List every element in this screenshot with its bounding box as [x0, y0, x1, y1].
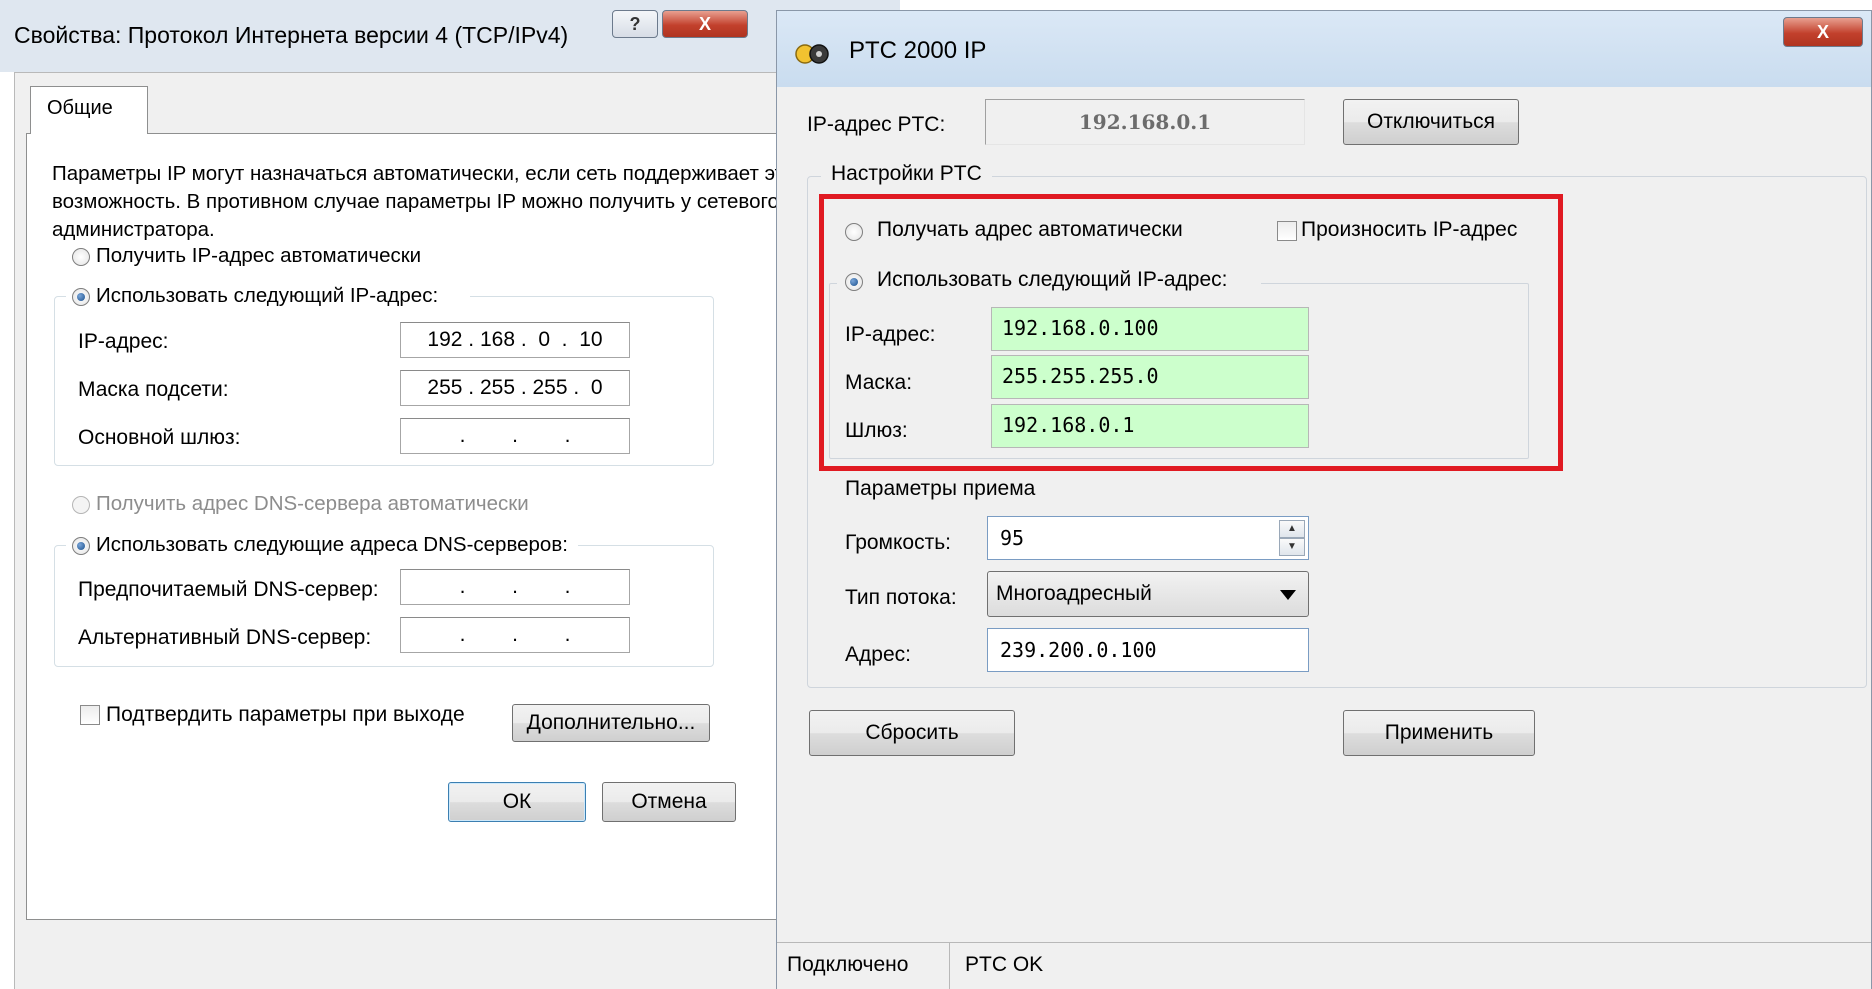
advanced-button[interactable]: Дополнительно...: [512, 704, 710, 742]
radio-manual-dns-label[interactable]: Использовать следующие адреса DNS-сервер…: [96, 533, 568, 557]
radio-auto-dns: [72, 496, 90, 514]
ptc-ip-label: IP-адрес PTC:: [807, 113, 946, 136]
status-connection: Подключено: [787, 953, 909, 976]
ok-button[interactable]: ОК: [448, 782, 586, 822]
settings-group-title: Настройки PTC: [821, 162, 992, 186]
radio-auto-ip[interactable]: [72, 248, 90, 266]
help-button[interactable]: ?: [612, 10, 658, 38]
close-button[interactable]: X: [1783, 17, 1863, 47]
ipv4-properties-dialog: Свойства: Протокол Интернета версии 4 (T…: [0, 0, 900, 989]
status-ptc: PTC OK: [965, 953, 1044, 976]
receive-params-title: Параметры приема: [845, 477, 1036, 500]
dialog-title: Свойства: Протокол Интернета версии 4 (T…: [14, 22, 569, 48]
ptc-2000-ip-window: PTC 2000 IP X IP-адрес PTC: 192.168.0.1 …: [776, 10, 1872, 989]
status-bar: Подключено PTC OK: [777, 942, 1871, 989]
dns-alternate-label: Альтернативный DNS-сервер:: [78, 626, 372, 649]
subnet-mask-label: Маска подсети:: [78, 378, 229, 401]
volume-spinbox[interactable]: 95: [987, 516, 1309, 560]
validate-checkbox[interactable]: [80, 705, 100, 725]
gateway-field[interactable]: . . .: [400, 418, 630, 454]
disconnect-button[interactable]: Отключиться: [1343, 99, 1519, 145]
radio-manual-ip-label[interactable]: Использовать следующий IP-адрес:: [96, 284, 438, 308]
spin-up-arrow-icon[interactable]: ▲: [1279, 520, 1305, 538]
address-label: Адрес:: [845, 643, 911, 666]
app-icon: [795, 44, 829, 64]
radio-manual-dns[interactable]: [72, 537, 90, 555]
apply-button[interactable]: Применить: [1343, 710, 1535, 756]
description-text: Параметры IP могут назначаться автоматич…: [52, 162, 795, 241]
validate-checkbox-label[interactable]: Подтвердить параметры при выходе: [106, 703, 465, 727]
close-button[interactable]: X: [662, 10, 748, 38]
stream-type-value: Многоадресный: [996, 582, 1152, 605]
radio-auto-dns-label: Получить адрес DNS-сервера автоматически: [96, 492, 529, 515]
ip-address-field[interactable]: 192 . 168 . 0 . 10: [400, 322, 630, 358]
volume-value: 95: [1000, 526, 1025, 550]
tab-general[interactable]: Общие: [30, 86, 148, 134]
gateway-label: Основной шлюз:: [78, 426, 241, 449]
dns-alternate-field[interactable]: . . .: [400, 617, 630, 653]
status-divider: [949, 943, 950, 989]
ip-address-label: IP-адрес:: [78, 330, 169, 353]
volume-label: Громкость:: [845, 531, 951, 554]
chevron-down-icon: [1280, 590, 1296, 600]
cancel-button[interactable]: Отмена: [602, 782, 736, 822]
stream-type-label: Тип потока:: [845, 586, 957, 609]
radio-manual-ip[interactable]: [72, 288, 90, 306]
highlight-frame: [819, 194, 1563, 471]
spin-down-arrow-icon[interactable]: ▼: [1279, 538, 1305, 556]
ptc-ip-value: 192.168.0.1: [1078, 110, 1212, 134]
dns-preferred-field[interactable]: . . .: [400, 569, 630, 605]
window-title: PTC 2000 IP: [849, 37, 987, 64]
address-field[interactable]: 239.200.0.100: [987, 628, 1309, 672]
ptc-ip-display: 192.168.0.1: [985, 99, 1305, 145]
radio-auto-ip-label[interactable]: Получить IP-адрес автоматически: [96, 244, 421, 268]
stream-type-select[interactable]: Многоадресный: [987, 571, 1309, 617]
subnet-mask-field[interactable]: 255 . 255 . 255 . 0: [400, 370, 630, 406]
dns-preferred-label: Предпочитаемый DNS-сервер:: [78, 578, 379, 601]
reset-button[interactable]: Сбросить: [809, 710, 1015, 756]
